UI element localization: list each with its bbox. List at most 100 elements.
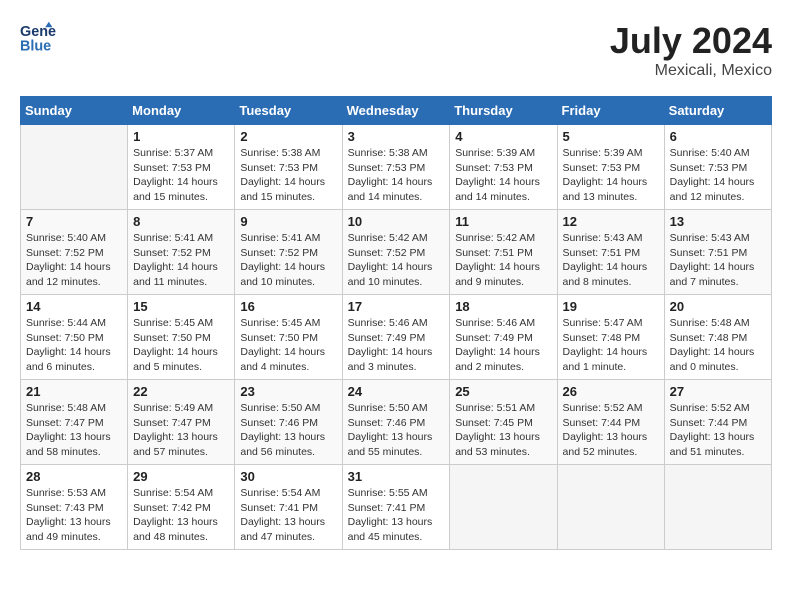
day-info: Sunrise: 5:46 AMSunset: 7:49 PMDaylight:… <box>348 316 445 375</box>
day-info: Sunrise: 5:40 AMSunset: 7:53 PMDaylight:… <box>670 146 766 205</box>
day-number: 8 <box>133 214 229 229</box>
day-info: Sunrise: 5:42 AMSunset: 7:51 PMDaylight:… <box>455 231 551 290</box>
calendar-cell: 14 Sunrise: 5:44 AMSunset: 7:50 PMDayligh… <box>21 295 128 380</box>
calendar-cell: 13 Sunrise: 5:43 AMSunset: 7:51 PMDayligh… <box>664 210 771 295</box>
day-number: 16 <box>240 299 336 314</box>
day-info: Sunrise: 5:49 AMSunset: 7:47 PMDaylight:… <box>133 401 229 460</box>
calendar-cell: 28Sunrise: 5:53 AMSunset: 7:43 PMDayligh… <box>21 465 128 550</box>
day-info: Sunrise: 5:40 AMSunset: 7:52 PMDaylight:… <box>26 231 122 290</box>
day-info: Sunrise: 5:44 AMSunset: 7:50 PMDaylight:… <box>26 316 122 375</box>
calendar-cell: 25 Sunrise: 5:51 AMSunset: 7:45 PMDayligh… <box>450 380 557 465</box>
calendar-cell: 1 Sunrise: 5:37 AMSunset: 7:53 PMDaylight… <box>128 125 235 210</box>
day-number: 29 <box>133 469 229 484</box>
calendar-cell: 19 Sunrise: 5:47 AMSunset: 7:48 PMDayligh… <box>557 295 664 380</box>
day-number: 17 <box>348 299 445 314</box>
day-info: Sunrise: 5:46 AMSunset: 7:49 PMDaylight:… <box>455 316 551 375</box>
day-info: Sunrise: 5:55 AMSunset: 7:41 PMDaylight:… <box>348 486 445 545</box>
calendar-cell: 18Sunrise: 5:46 AMSunset: 7:49 PMDayligh… <box>450 295 557 380</box>
day-number: 15 <box>133 299 229 314</box>
day-number: 20 <box>670 299 766 314</box>
day-number: 12 <box>563 214 659 229</box>
week-row-5: 28Sunrise: 5:53 AMSunset: 7:43 PMDayligh… <box>21 465 772 550</box>
day-info: Sunrise: 5:45 AMSunset: 7:50 PMDaylight:… <box>240 316 336 375</box>
day-info: Sunrise: 5:42 AMSunset: 7:52 PMDaylight:… <box>348 231 445 290</box>
calendar-cell <box>21 125 128 210</box>
calendar-cell: 23 Sunrise: 5:50 AMSunset: 7:46 PMDayligh… <box>235 380 342 465</box>
calendar-cell: 30 Sunrise: 5:54 AMSunset: 7:41 PMDayligh… <box>235 465 342 550</box>
title-block: July 2024 Mexicali, Mexico <box>610 20 772 80</box>
day-info: Sunrise: 5:41 AMSunset: 7:52 PMDaylight:… <box>133 231 229 290</box>
day-number: 25 <box>455 384 551 399</box>
calendar-cell: 26 Sunrise: 5:52 AMSunset: 7:44 PMDayligh… <box>557 380 664 465</box>
calendar-cell: 9Sunrise: 5:41 AMSunset: 7:52 PMDaylight… <box>235 210 342 295</box>
calendar-cell: 3Sunrise: 5:38 AMSunset: 7:53 PMDaylight… <box>342 125 450 210</box>
calendar-cell: 24Sunrise: 5:50 AMSunset: 7:46 PMDayligh… <box>342 380 450 465</box>
day-info: Sunrise: 5:38 AMSunset: 7:53 PMDaylight:… <box>240 146 336 205</box>
calendar-cell: 16 Sunrise: 5:45 AMSunset: 7:50 PMDayligh… <box>235 295 342 380</box>
day-number: 3 <box>348 129 445 144</box>
day-info: Sunrise: 5:41 AMSunset: 7:52 PMDaylight:… <box>240 231 336 290</box>
calendar-cell: 11 Sunrise: 5:42 AMSunset: 7:51 PMDayligh… <box>450 210 557 295</box>
calendar-cell: 20Sunrise: 5:48 AMSunset: 7:48 PMDayligh… <box>664 295 771 380</box>
day-info: Sunrise: 5:43 AMSunset: 7:51 PMDaylight:… <box>670 231 766 290</box>
day-info: Sunrise: 5:51 AMSunset: 7:45 PMDaylight:… <box>455 401 551 460</box>
day-info: Sunrise: 5:54 AMSunset: 7:42 PMDaylight:… <box>133 486 229 545</box>
calendar-cell: 6 Sunrise: 5:40 AMSunset: 7:53 PMDaylight… <box>664 125 771 210</box>
calendar-table: SundayMondayTuesdayWednesdayThursdayFrid… <box>20 96 772 550</box>
day-info: Sunrise: 5:37 AMSunset: 7:53 PMDaylight:… <box>133 146 229 205</box>
calendar-cell: 15 Sunrise: 5:45 AMSunset: 7:50 PMDayligh… <box>128 295 235 380</box>
day-info: Sunrise: 5:47 AMSunset: 7:48 PMDaylight:… <box>563 316 659 375</box>
day-number: 2 <box>240 129 336 144</box>
location: Mexicali, Mexico <box>610 62 772 80</box>
day-info: Sunrise: 5:52 AMSunset: 7:44 PMDaylight:… <box>563 401 659 460</box>
column-header-wednesday: Wednesday <box>342 97 450 125</box>
day-number: 5 <box>563 129 659 144</box>
day-info: Sunrise: 5:50 AMSunset: 7:46 PMDaylight:… <box>348 401 445 460</box>
day-info: Sunrise: 5:50 AMSunset: 7:46 PMDaylight:… <box>240 401 336 460</box>
day-info: Sunrise: 5:48 AMSunset: 7:47 PMDaylight:… <box>26 401 122 460</box>
day-info: Sunrise: 5:52 AMSunset: 7:44 PMDaylight:… <box>670 401 766 460</box>
day-info: Sunrise: 5:54 AMSunset: 7:41 PMDaylight:… <box>240 486 336 545</box>
calendar-cell: 5 Sunrise: 5:39 AMSunset: 7:53 PMDaylight… <box>557 125 664 210</box>
calendar-cell: 7 Sunrise: 5:40 AMSunset: 7:52 PMDaylight… <box>21 210 128 295</box>
day-number: 28 <box>26 469 122 484</box>
day-info: Sunrise: 5:43 AMSunset: 7:51 PMDaylight:… <box>563 231 659 290</box>
day-info: Sunrise: 5:45 AMSunset: 7:50 PMDaylight:… <box>133 316 229 375</box>
day-number: 22 <box>133 384 229 399</box>
day-number: 30 <box>240 469 336 484</box>
day-number: 31 <box>348 469 445 484</box>
day-number: 13 <box>670 214 766 229</box>
calendar-cell: 12 Sunrise: 5:43 AMSunset: 7:51 PMDayligh… <box>557 210 664 295</box>
column-header-monday: Monday <box>128 97 235 125</box>
day-number: 23 <box>240 384 336 399</box>
calendar-cell: 10 Sunrise: 5:42 AMSunset: 7:52 PMDayligh… <box>342 210 450 295</box>
day-info: Sunrise: 5:39 AMSunset: 7:53 PMDaylight:… <box>455 146 551 205</box>
calendar-cell <box>664 465 771 550</box>
calendar-header-row: SundayMondayTuesdayWednesdayThursdayFrid… <box>21 97 772 125</box>
day-number: 14 <box>26 299 122 314</box>
calendar-cell: 8 Sunrise: 5:41 AMSunset: 7:52 PMDaylight… <box>128 210 235 295</box>
day-number: 11 <box>455 214 551 229</box>
column-header-thursday: Thursday <box>450 97 557 125</box>
day-number: 26 <box>563 384 659 399</box>
calendar-cell: 4Sunrise: 5:39 AMSunset: 7:53 PMDaylight… <box>450 125 557 210</box>
page-header: General Blue July 2024 Mexicali, Mexico <box>20 20 772 80</box>
logo: General Blue <box>20 20 56 56</box>
day-number: 19 <box>563 299 659 314</box>
column-header-sunday: Sunday <box>21 97 128 125</box>
day-number: 21 <box>26 384 122 399</box>
week-row-3: 14 Sunrise: 5:44 AMSunset: 7:50 PMDayligh… <box>21 295 772 380</box>
day-info: Sunrise: 5:39 AMSunset: 7:53 PMDaylight:… <box>563 146 659 205</box>
day-number: 10 <box>348 214 445 229</box>
svg-text:Blue: Blue <box>20 39 51 55</box>
logo-icon: General Blue <box>20 20 56 56</box>
week-row-1: 1 Sunrise: 5:37 AMSunset: 7:53 PMDaylight… <box>21 125 772 210</box>
day-number: 7 <box>26 214 122 229</box>
week-row-4: 21 Sunrise: 5:48 AMSunset: 7:47 PMDayligh… <box>21 380 772 465</box>
calendar-cell: 21 Sunrise: 5:48 AMSunset: 7:47 PMDayligh… <box>21 380 128 465</box>
column-header-saturday: Saturday <box>664 97 771 125</box>
day-number: 1 <box>133 129 229 144</box>
day-number: 6 <box>670 129 766 144</box>
day-number: 27 <box>670 384 766 399</box>
calendar-cell: 22 Sunrise: 5:49 AMSunset: 7:47 PMDayligh… <box>128 380 235 465</box>
